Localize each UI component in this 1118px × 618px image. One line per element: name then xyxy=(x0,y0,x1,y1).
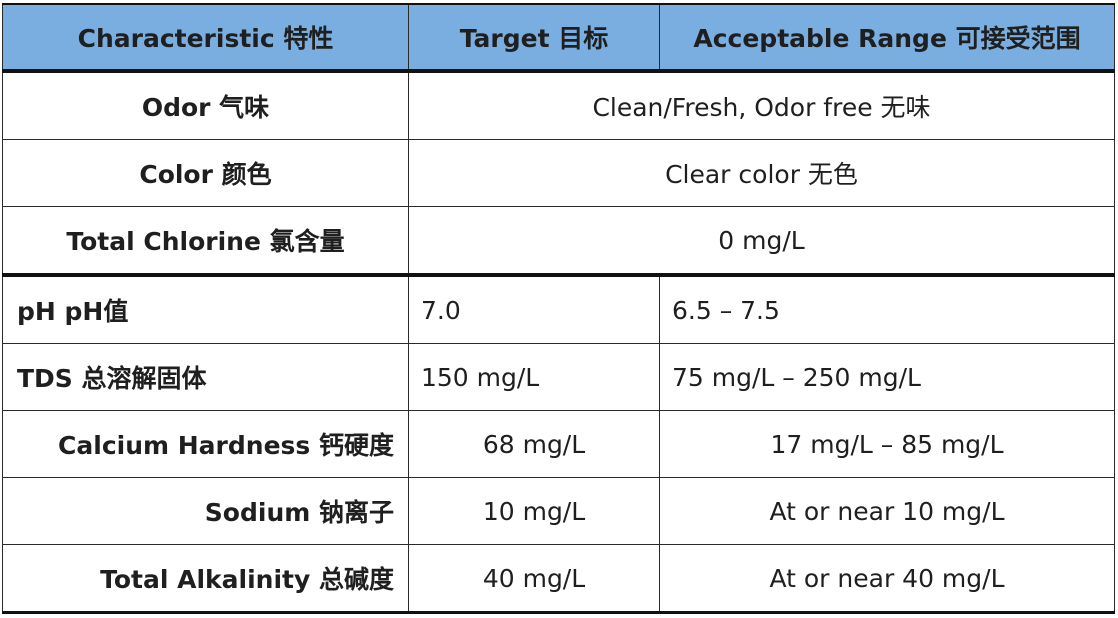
table-row-total-alkalinity: Total Alkalinity 总碱度 40 mg/L At or near … xyxy=(2,544,1115,614)
table-row-total-chlorine: Total Chlorine 氯含量 0 mg/L xyxy=(2,206,1115,276)
characteristic-cell: pH pH值 xyxy=(2,273,409,344)
merged-value-cell: Clean/Fresh, Odor free 无味 xyxy=(408,70,1115,140)
water-quality-table: Characteristic 特性 Target 目标 Acceptable R… xyxy=(2,3,1115,614)
characteristic-cell: Total Alkalinity 总碱度 xyxy=(2,544,409,614)
header-characteristic: Characteristic 特性 xyxy=(2,3,409,73)
header-acceptable-range: Acceptable Range 可接受范围 xyxy=(659,3,1115,73)
merged-value-cell: Clear color 无色 xyxy=(408,139,1115,207)
target-cell: 7.0 xyxy=(408,273,660,344)
range-cell: 75 mg/L – 250 mg/L xyxy=(659,343,1115,411)
table-row-ph: pH pH值 7.0 6.5 – 7.5 xyxy=(2,273,1115,344)
range-cell: 6.5 – 7.5 xyxy=(659,273,1115,344)
table-row-color: Color 颜色 Clear color 无色 xyxy=(2,139,1115,207)
characteristic-cell: Color 颜色 xyxy=(2,139,409,207)
merged-value-cell: 0 mg/L xyxy=(408,206,1115,276)
characteristic-cell: Total Chlorine 氯含量 xyxy=(2,206,409,276)
header-row: Characteristic 特性 Target 目标 Acceptable R… xyxy=(2,3,1115,73)
characteristic-cell: Odor 气味 xyxy=(2,70,409,140)
table-row-odor: Odor 气味 Clean/Fresh, Odor free 无味 xyxy=(2,70,1115,140)
target-cell: 40 mg/L xyxy=(408,544,660,614)
header-target: Target 目标 xyxy=(408,3,660,73)
range-cell: At or near 10 mg/L xyxy=(659,477,1115,545)
range-cell: 17 mg/L – 85 mg/L xyxy=(659,410,1115,478)
table-row-tds: TDS 总溶解固体 150 mg/L 75 mg/L – 250 mg/L xyxy=(2,343,1115,411)
characteristic-cell: Sodium 钠离子 xyxy=(2,477,409,545)
target-cell: 10 mg/L xyxy=(408,477,660,545)
target-cell: 150 mg/L xyxy=(408,343,660,411)
table-row-calcium-hardness: Calcium Hardness 钙硬度 68 mg/L 17 mg/L – 8… xyxy=(2,410,1115,478)
table-row-sodium: Sodium 钠离子 10 mg/L At or near 10 mg/L xyxy=(2,477,1115,545)
target-cell: 68 mg/L xyxy=(408,410,660,478)
water-quality-table-container: Characteristic 特性 Target 目标 Acceptable R… xyxy=(2,3,1115,614)
characteristic-cell: TDS 总溶解固体 xyxy=(2,343,409,411)
characteristic-cell: Calcium Hardness 钙硬度 xyxy=(2,410,409,478)
range-cell: At or near 40 mg/L xyxy=(659,544,1115,614)
